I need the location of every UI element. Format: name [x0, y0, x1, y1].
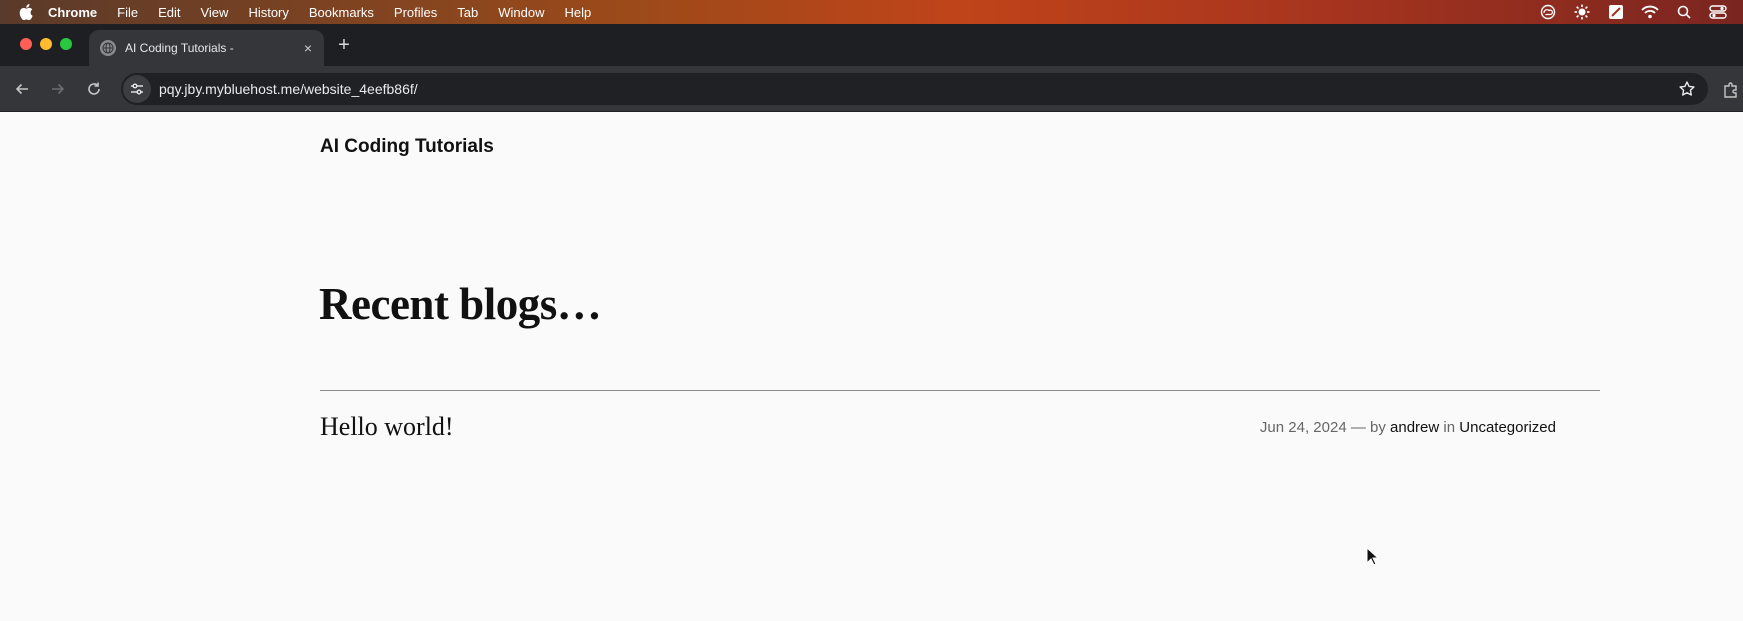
- post-category-link[interactable]: Uncategorized: [1459, 419, 1556, 436]
- menu-edit[interactable]: Edit: [158, 5, 180, 20]
- cast-icon[interactable]: [1607, 4, 1625, 20]
- menu-profiles[interactable]: Profiles: [394, 5, 437, 20]
- status-icons: [1539, 0, 1743, 24]
- site-settings-icon[interactable]: [123, 75, 151, 103]
- menu-file[interactable]: File: [117, 5, 138, 20]
- address-bar[interactable]: pqy.jby.mybluehost.me/website_4eefb86f/: [121, 73, 1708, 105]
- menu-app-chrome[interactable]: Chrome: [48, 5, 97, 20]
- wifi-icon[interactable]: [1641, 4, 1659, 20]
- creative-cloud-icon[interactable]: [1539, 4, 1557, 20]
- menu-bar: Chrome File Edit View History Bookmarks …: [0, 0, 1743, 24]
- mouse-cursor-icon: [1366, 546, 1380, 567]
- browser-toolbar: pqy.jby.mybluehost.me/website_4eefb86f/: [0, 66, 1743, 112]
- post-date[interactable]: Jun 24, 2024: [1260, 419, 1347, 436]
- menu-tab[interactable]: Tab: [457, 5, 478, 20]
- post-meta: Jun 24, 2024 — by andrew in Uncategorize…: [1260, 419, 1556, 436]
- menu-view[interactable]: View: [200, 5, 228, 20]
- bookmark-star-icon[interactable]: [1678, 80, 1696, 98]
- forward-button[interactable]: [48, 79, 68, 99]
- close-window-button[interactable]: [20, 38, 32, 50]
- url-text[interactable]: pqy.jby.mybluehost.me/website_4eefb86f/: [159, 81, 418, 97]
- post-title-link[interactable]: Hello world!: [320, 412, 454, 442]
- new-tab-button[interactable]: +: [335, 34, 353, 57]
- post-author-link[interactable]: andrew: [1390, 419, 1439, 436]
- tab-close-button[interactable]: ×: [298, 40, 318, 56]
- menu-history[interactable]: History: [248, 5, 288, 20]
- tab-strip: AI Coding Tutorials - × +: [0, 24, 1743, 66]
- page-heading: Recent blogs…: [319, 279, 602, 329]
- menu-help[interactable]: Help: [565, 5, 592, 20]
- post-in-label: in: [1443, 419, 1456, 436]
- menu-bookmarks[interactable]: Bookmarks: [309, 5, 374, 20]
- window-controls: [20, 38, 80, 50]
- back-button[interactable]: [12, 79, 32, 99]
- brightness-icon[interactable]: [1573, 4, 1591, 20]
- menu-window[interactable]: Window: [498, 5, 544, 20]
- maximize-window-button[interactable]: [60, 38, 72, 50]
- globe-icon: [100, 40, 116, 56]
- reload-button[interactable]: [84, 79, 104, 99]
- post-by-label: — by: [1350, 419, 1386, 436]
- minimize-window-button[interactable]: [40, 38, 52, 50]
- tab-active[interactable]: AI Coding Tutorials - ×: [89, 30, 324, 66]
- divider: [320, 390, 1600, 391]
- web-page: AI Coding Tutorials Recent blogs… Hello …: [0, 112, 1743, 621]
- tab-title: AI Coding Tutorials -: [125, 41, 234, 55]
- extensions-icon[interactable]: [1722, 81, 1740, 99]
- apple-icon[interactable]: [18, 4, 34, 20]
- site-title[interactable]: AI Coding Tutorials: [320, 136, 494, 158]
- control-center-icon[interactable]: [1709, 4, 1727, 20]
- search-icon[interactable]: [1675, 4, 1693, 20]
